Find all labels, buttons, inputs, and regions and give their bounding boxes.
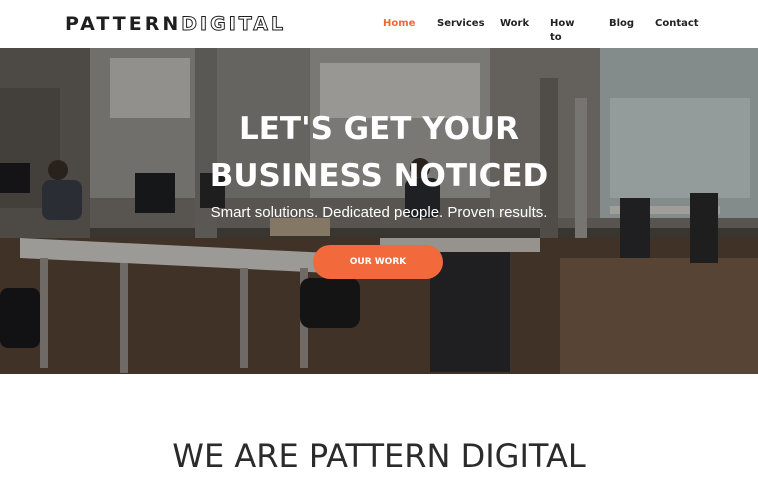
logo[interactable]: PATTERNDIGITAL (65, 13, 287, 36)
nav-home[interactable]: Home (383, 17, 415, 31)
logo-part-pattern: PATTERN (65, 13, 182, 35)
nav-how-to[interactable]: How to (550, 17, 574, 45)
hero-title-line-2: BUSINESS NOTICED (209, 158, 549, 194)
hero-subtitle: Smart solutions. Dedicated people. Prove… (210, 204, 548, 221)
nav-contact[interactable]: Contact (655, 17, 699, 31)
site-header: PATTERNDIGITAL Home Services Work How to… (0, 0, 758, 48)
about-title: WE ARE PATTERN DIGITAL (172, 437, 586, 475)
hero-title-line-1: LET'S GET YOUR (239, 111, 519, 147)
our-work-button[interactable]: OUR WORK (313, 245, 443, 279)
logo-part-digital: DIGITAL (181, 13, 287, 36)
nav-work[interactable]: Work (500, 17, 529, 31)
about-text (100, 492, 660, 503)
nav-services[interactable]: Services (437, 17, 485, 31)
hero-section: LET'S GET YOUR BUSINESS NOTICED Smart so… (0, 48, 758, 374)
nav-blog[interactable]: Blog (609, 17, 634, 31)
